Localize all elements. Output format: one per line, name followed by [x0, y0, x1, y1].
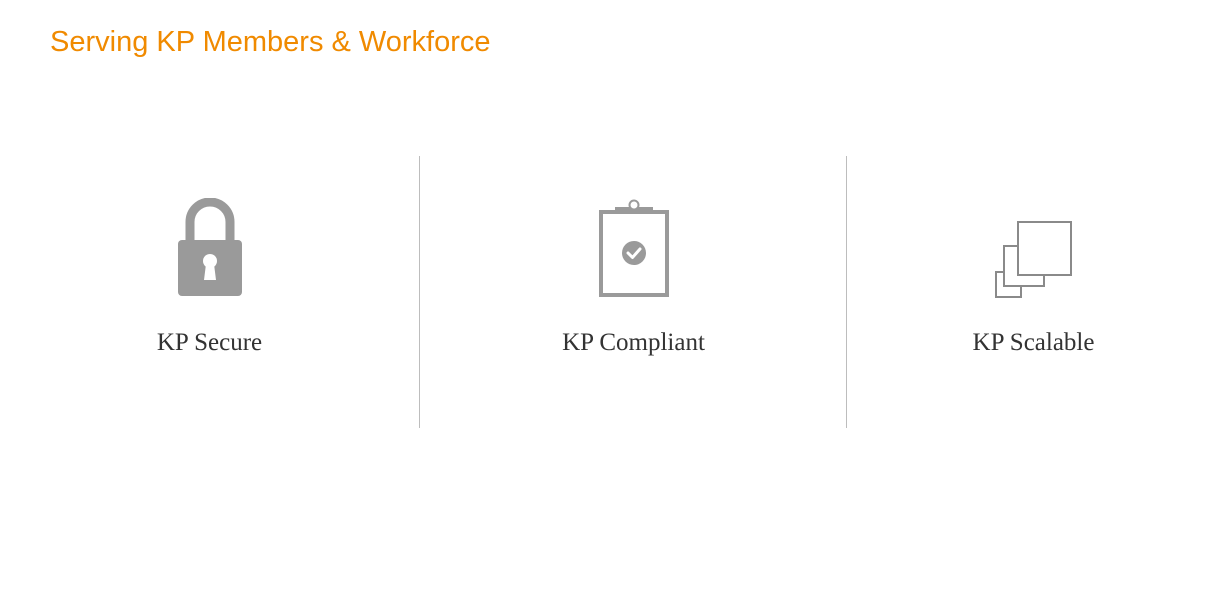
feature-scalable: KP Scalable	[847, 156, 1220, 428]
feature-label: KP Compliant	[562, 329, 705, 356]
padlock-icon	[0, 198, 419, 298]
feature-secure: KP Secure	[0, 156, 419, 428]
page: Serving KP Members & Workforce KP Secure	[0, 0, 1220, 596]
clipboard-check-icon	[420, 198, 847, 298]
stacked-squares-icon	[847, 198, 1220, 298]
page-title: Serving KP Members & Workforce	[50, 26, 491, 58]
feature-compliant: KP Compliant	[420, 156, 847, 428]
features-row: KP Secure KP Compliant KP Scalable	[0, 156, 1220, 428]
feature-label: KP Secure	[156, 329, 263, 356]
feature-label: KP Scalable	[972, 329, 1095, 356]
